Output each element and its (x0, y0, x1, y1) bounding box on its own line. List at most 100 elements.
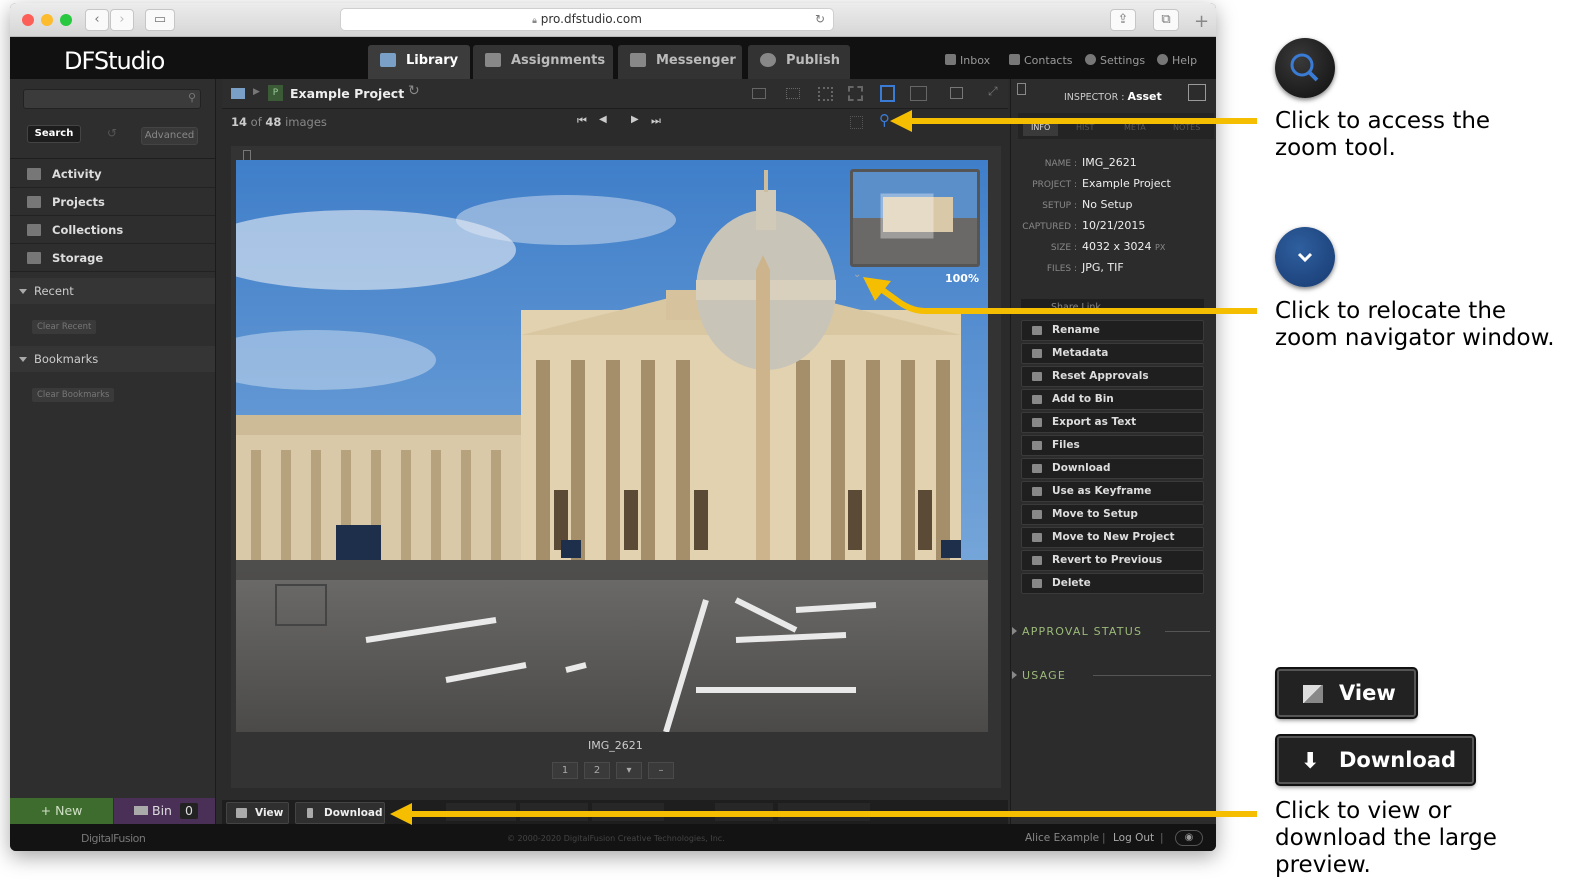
sidebar-item-projects[interactable]: Projects (10, 189, 215, 216)
contacts-link[interactable]: Contacts (1009, 54, 1073, 67)
tab-hist[interactable]: HIST (1076, 123, 1094, 132)
zoom-tool-annotation: Click to access the zoom tool. (1275, 108, 1491, 161)
large-grid-icon[interactable] (848, 86, 863, 101)
action-icon (1032, 533, 1042, 542)
address-bar[interactable]: 🔒︎ pro.dfstudio.com ↻ (340, 8, 834, 31)
clear-bookmarks-button[interactable]: Clear Bookmarks (32, 388, 115, 402)
image-caption: IMG_2621 (588, 739, 643, 752)
browser-window: ‹ › ▭ 🔒︎ pro.dfstudio.com ↻ ⇪ ⧉ + DFStud… (10, 3, 1216, 851)
sidebar-item-activity[interactable]: Activity (10, 161, 215, 188)
window-icon[interactable] (950, 87, 963, 99)
single-view-icon[interactable] (880, 85, 895, 102)
bin-button[interactable]: Bin 0 (114, 798, 215, 824)
back-icon[interactable]: ‹ (85, 9, 109, 31)
remove-button[interactable]: – (648, 762, 674, 779)
project-title[interactable]: Example Project (290, 86, 404, 101)
compare-view-icon[interactable] (910, 86, 927, 101)
refresh-icon[interactable]: ↻ (408, 83, 420, 99)
projects-icon (27, 196, 41, 208)
logout-link[interactable]: Log Out (1113, 832, 1154, 844)
zoom-navigator-window[interactable] (850, 169, 980, 267)
inspector-field: SETUP : No Setup (1042, 198, 1133, 211)
tab-messenger[interactable]: Messenger (618, 45, 742, 79)
reset-icon[interactable]: ↺ (107, 126, 117, 140)
page-button-1[interactable]: 1 (552, 762, 578, 779)
inspector-field: SIZE :4032 x 3024 PX (1050, 240, 1166, 253)
action-revert-to-previous-button[interactable]: Revert to Previous (1021, 550, 1204, 571)
page-button-2[interactable]: 2 (584, 762, 610, 779)
approval-status-section[interactable]: APPROVAL STATUS (1011, 625, 1142, 638)
maximize-window-icon[interactable] (60, 14, 72, 26)
download-button[interactable]: Download (295, 802, 385, 824)
thumbs-down-icon: ▾ (626, 765, 632, 776)
tab-meta[interactable]: META (1124, 123, 1146, 132)
eye-icon[interactable]: ◉ (1175, 830, 1203, 846)
tabs-icon[interactable]: ⧉ (1153, 9, 1179, 31)
settings-link[interactable]: Settings (1085, 54, 1145, 67)
bookmarks-section[interactable]: Bookmarks (10, 346, 215, 372)
action-add-to-bin-button[interactable]: Add to Bin (1021, 389, 1204, 410)
action-move-to-setup-button[interactable]: Move to Setup (1021, 504, 1204, 525)
search-input[interactable]: ⚲ (23, 89, 201, 109)
image-counter: 14 of 48 images (231, 115, 327, 129)
view-callout-button: View (1277, 669, 1416, 717)
action-icon (1032, 372, 1042, 381)
tab-notes[interactable]: NOTES (1173, 123, 1200, 132)
inbox-link[interactable]: Inbox (945, 54, 990, 67)
inspector-header: INSPECTOR : Asset (1064, 90, 1162, 103)
download-arrow-head (390, 803, 412, 825)
usage-section[interactable]: USAGE (1011, 669, 1066, 682)
action-download-button[interactable]: Download (1021, 458, 1204, 479)
action-icon (1032, 418, 1042, 427)
action-export-as-text-button[interactable]: Export as Text (1021, 412, 1204, 433)
navigator-annotation: Click to relocate the zoom navigator win… (1275, 298, 1555, 351)
download-icon (307, 808, 313, 818)
action-metadata-button[interactable]: Metadata (1021, 343, 1204, 364)
action-delete-button[interactable]: Delete (1021, 573, 1204, 594)
reload-icon[interactable]: ↻ (815, 9, 825, 30)
fit-icon[interactable] (850, 116, 863, 129)
close-window-icon[interactable] (22, 14, 34, 26)
view-button[interactable]: View (226, 802, 289, 824)
minimize-window-icon[interactable] (41, 14, 53, 26)
thumbs-down-button[interactable]: ▾ (616, 762, 642, 779)
action-files-button[interactable]: Files (1021, 435, 1204, 456)
forward-icon[interactable]: › (110, 9, 134, 31)
contacts-icon (1009, 54, 1020, 65)
recent-section[interactable]: Recent (10, 278, 215, 304)
tab-library[interactable]: Library (368, 45, 470, 79)
help-link[interactable]: Help (1157, 54, 1197, 67)
fullscreen-icon[interactable]: ⤢ (988, 84, 998, 99)
assignments-icon (485, 53, 501, 67)
detail-view-icon[interactable] (786, 88, 800, 99)
user-name[interactable]: Alice Example (1025, 832, 1099, 844)
action-rename-button[interactable]: Rename (1021, 320, 1204, 341)
tab-publish[interactable]: Publish (748, 45, 850, 79)
lock-icon: 🔒︎ (532, 16, 537, 26)
action-use-as-keyframe-button[interactable]: Use as Keyframe (1021, 481, 1204, 502)
next-image-icon[interactable]: ▶ (631, 114, 639, 125)
action-move-to-new-project-button[interactable]: Move to New Project (1021, 527, 1204, 548)
last-image-icon[interactable]: ⏭ (651, 114, 661, 128)
clear-recent-button[interactable]: Clear Recent (32, 320, 97, 334)
zoom-tool-icon[interactable]: ⚲ (879, 111, 890, 129)
new-button[interactable]: + New (10, 798, 113, 824)
sidebar-item-collections[interactable]: Collections (10, 217, 215, 244)
sidebar-item-storage[interactable]: Storage (10, 245, 215, 272)
search-button[interactable]: Search (27, 125, 81, 143)
publish-icon (760, 53, 776, 67)
advanced-search-button[interactable]: Advanced (141, 127, 198, 145)
new-tab-icon[interactable]: + (1194, 11, 1209, 32)
download-icon: ⬇ (1301, 749, 1320, 774)
sidebar-toggle-icon[interactable]: ▭ (145, 9, 175, 31)
gear-icon (1085, 54, 1096, 65)
list-view-icon[interactable] (752, 88, 766, 99)
bookmark-icon[interactable] (1017, 83, 1026, 95)
share-icon[interactable]: ⇪ (1110, 9, 1136, 31)
small-grid-icon[interactable] (818, 87, 833, 101)
previous-image-icon[interactable]: ◀ (599, 114, 607, 125)
action-reset-approvals-button[interactable]: Reset Approvals (1021, 366, 1204, 387)
tab-assignments[interactable]: Assignments (473, 45, 613, 79)
collapse-inspector-icon[interactable] (1188, 84, 1206, 101)
first-image-icon[interactable]: ⏮ (577, 114, 587, 128)
